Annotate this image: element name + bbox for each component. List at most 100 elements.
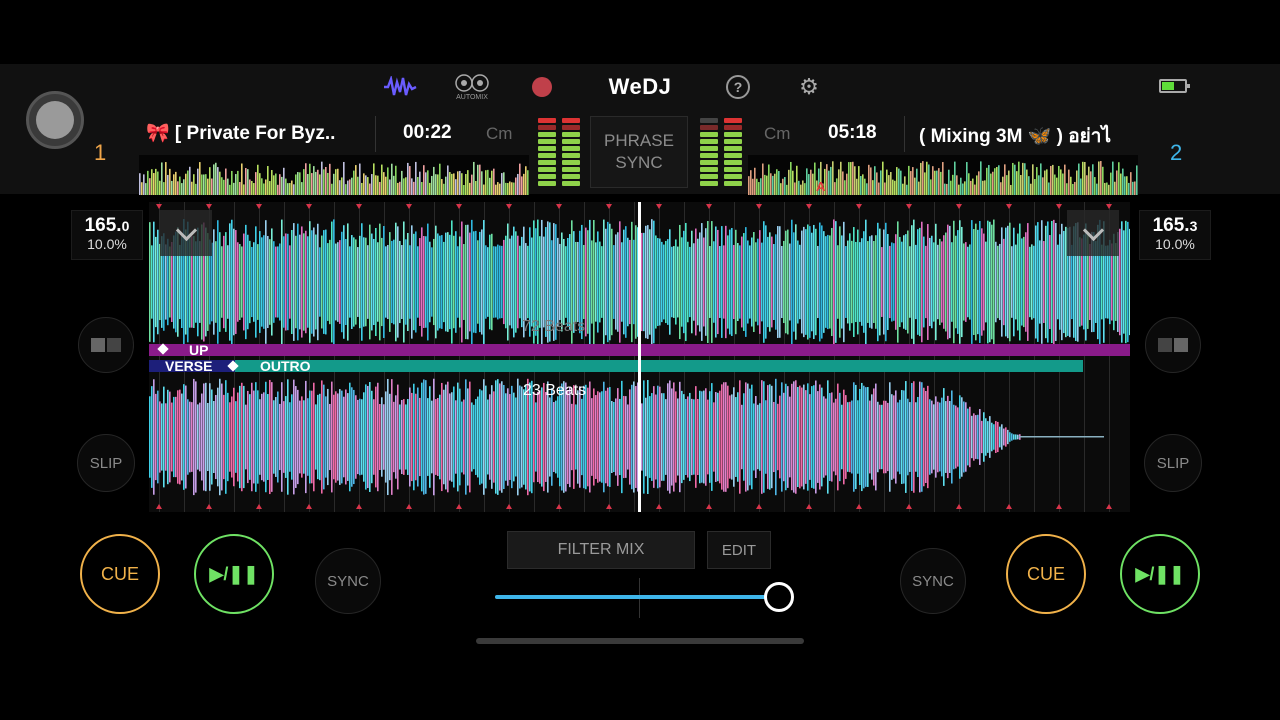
waveform-bar: [279, 403, 281, 471]
deck1-pad-mode-button[interactable]: [78, 317, 134, 373]
waveform-bar: [193, 378, 195, 496]
automix-button[interactable]: AUTOMIX: [452, 70, 492, 104]
filter-mix-button[interactable]: FILTER MIX: [507, 531, 695, 569]
waveform-bar: [245, 224, 247, 340]
deck1-sync-button[interactable]: SYNC: [315, 548, 381, 614]
waveform-bar: [331, 381, 333, 493]
deck1-cue-button[interactable]: CUE: [80, 534, 160, 614]
waveform-bar: [817, 245, 819, 319]
waveform-bar: [579, 386, 581, 488]
overview-bar: [357, 176, 359, 195]
deck1-bpm-display[interactable]: 165.0 10.0%: [71, 210, 143, 260]
waveform-bar: [285, 396, 287, 478]
deck2-pad-mode-button[interactable]: [1145, 317, 1201, 373]
overview-bar: [261, 178, 263, 195]
waveform-bar: [481, 390, 483, 484]
waveform-bar: [793, 381, 795, 493]
overview-bar: [495, 184, 497, 195]
waveform-bar: [663, 244, 665, 320]
waveform-bar: [923, 236, 925, 328]
deck1-slip-button[interactable]: SLIP: [77, 434, 135, 492]
waveform-bar: [731, 227, 733, 337]
waveform-bar: [473, 231, 475, 333]
waveform-bar: [407, 399, 409, 475]
deck1-play-pause-button[interactable]: ▶/❚❚: [194, 534, 274, 614]
phrase-sync-button[interactable]: PHRASE SYNC: [590, 116, 688, 188]
waveform-bar: [313, 382, 315, 492]
waveform-bar: [359, 398, 361, 476]
waveform-bar: [573, 385, 575, 489]
beat-marker: [556, 204, 562, 209]
waveform-bar: [631, 221, 633, 343]
deck1-zoom-toggle[interactable]: [160, 210, 212, 256]
waveform-bar: [953, 404, 955, 470]
edit-button[interactable]: EDIT: [707, 531, 771, 569]
deck2-track-title[interactable]: ( Mixing 3M 🦋 ) อย่าไ: [919, 121, 1133, 151]
beat-marker: [1006, 204, 1012, 209]
waveform-bar: [701, 223, 703, 341]
waveform-bar: [827, 380, 829, 494]
waveform-bar: [843, 221, 845, 343]
jog-button[interactable]: [26, 91, 84, 149]
overview-bar: [862, 174, 864, 195]
waveform-bar: [471, 402, 473, 472]
waveform-bar: [915, 244, 917, 320]
deck2-play-pause-button[interactable]: ▶/❚❚: [1120, 534, 1200, 614]
waveform-bar: [977, 414, 979, 460]
waveform-bar: [631, 384, 633, 490]
overview-bar: [145, 183, 147, 195]
waveform-bar: [705, 388, 707, 486]
deck2-overview-waveform[interactable]: A: [748, 155, 1138, 195]
overview-bar: [203, 174, 205, 195]
overview-bar: [483, 184, 485, 195]
deck2-bpm: 165.: [1152, 215, 1190, 236]
deck2-slip-button[interactable]: SLIP: [1144, 434, 1202, 492]
overview-bar: [241, 163, 243, 195]
waveform-bar: [619, 398, 621, 476]
waveform-bar: [935, 396, 937, 478]
overview-bar: [914, 177, 916, 195]
waveform-bar: [803, 384, 805, 490]
deck2-zoom-toggle[interactable]: [1067, 210, 1119, 256]
deck1-overview-waveform[interactable]: [139, 155, 529, 195]
deck2-sync-button[interactable]: SYNC: [900, 548, 966, 614]
crossfader[interactable]: [495, 578, 795, 618]
waveform-bar: [1045, 225, 1047, 339]
chevron-down-icon: [175, 219, 197, 241]
help-icon[interactable]: ?: [726, 75, 750, 99]
waveform-bar: [259, 399, 261, 475]
overview-bar: [852, 161, 854, 195]
overview-bar: [461, 173, 463, 195]
deck2-phrase-label-verse: VERSE: [165, 358, 213, 374]
deck2-bpm-display[interactable]: 165.3 10.0%: [1139, 210, 1211, 260]
overview-bar: [409, 166, 411, 195]
overview-bar: [908, 165, 910, 195]
waveform-bar: [219, 232, 221, 332]
waveform-bar: [969, 406, 971, 468]
deck1-track-title[interactable]: 🎀 [ Private For Byz..: [146, 121, 370, 145]
overview-bar: [1052, 164, 1054, 195]
waveform-bar: [617, 232, 619, 332]
record-button[interactable]: [530, 75, 554, 99]
crossfader-knob[interactable]: [764, 582, 794, 612]
waveform-display[interactable]: UP VERSE OUTRO 72 Beats 23 Beats: [149, 202, 1130, 512]
waveform-bar: [725, 225, 727, 339]
beat-marker: [656, 204, 662, 209]
waveform-bar: [233, 228, 235, 336]
waveform-bar: [921, 221, 923, 343]
waveform-bar: [513, 226, 515, 338]
overview-bar: [1060, 169, 1062, 195]
waveform-bar: [525, 384, 527, 490]
waveform-bar: [847, 402, 849, 472]
waveform-bar: [755, 242, 757, 322]
waveform-bar: [705, 228, 707, 336]
overview-bar: [307, 173, 309, 195]
settings-icon[interactable]: ⚙: [797, 74, 821, 99]
waveform-icon[interactable]: [382, 72, 418, 102]
overview-bar: [479, 164, 481, 195]
overview-bar: [431, 175, 433, 195]
waveform-bar: [1011, 246, 1013, 318]
deck2-cue-button[interactable]: CUE: [1006, 534, 1086, 614]
overview-bar: [1084, 162, 1086, 195]
overview-bar: [393, 175, 395, 195]
